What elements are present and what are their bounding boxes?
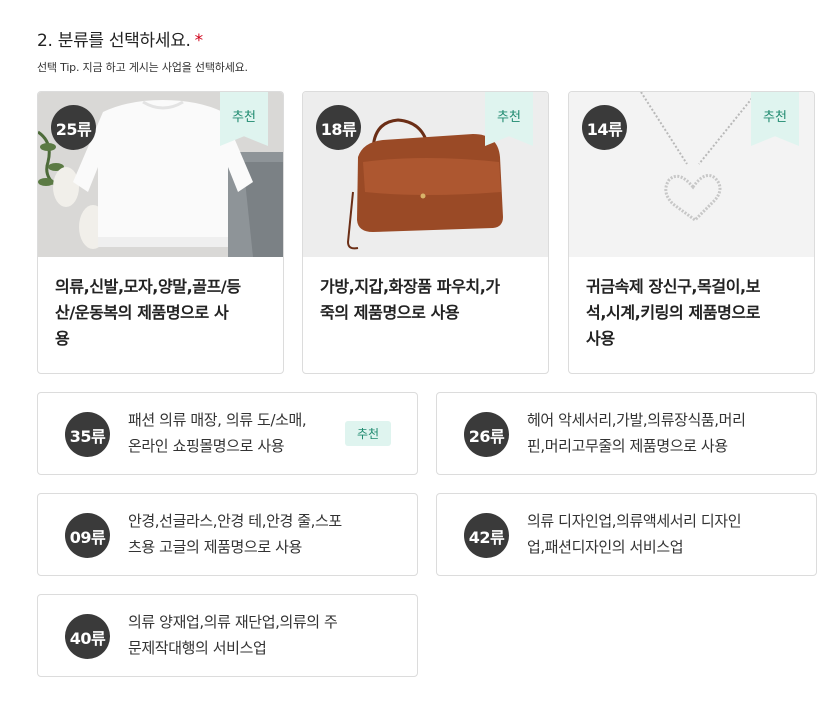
required-mark: * — [194, 31, 204, 51]
selection-tip: 선택 Tip. 지금 하고 게시는 사업을 선택하세요. — [37, 61, 248, 74]
class-description: 헤어 악세서리,가발,의류장식품,머리 핀,머리고무줄의 제품명으로 사용 — [527, 407, 746, 459]
class-badge: 14류 — [582, 105, 627, 150]
recommend-badge: 추천 — [345, 421, 391, 446]
class-description: 패션 의류 매장, 의류 도/소매, 온라인 쇼핑몰명으로 사용 — [128, 407, 307, 459]
description-line: 헤어 악세서리,가발,의류장식품,머리 — [527, 411, 746, 429]
question-title: 2. 분류를 선택하세요. * — [37, 26, 203, 51]
class-badge: 09류 — [65, 513, 110, 558]
class-card-18[interactable]: 18류 추천 가방,지갑,화장품 파우치,가 죽의 제품명으로 사용 — [302, 91, 549, 374]
description-line: 의류,신발,모자,양말,골프/등 — [55, 277, 241, 296]
description-line: 업,패션디자인의 서비스업 — [527, 538, 684, 556]
description-line: 패션 의류 매장, 의류 도/소매, — [128, 411, 307, 429]
class-description: 의류 양재업,의류 재단업,의류의 주 문제작대행의 서비스업 — [128, 609, 338, 661]
description-line: 귀금속제 장신구,목걸이,보 — [586, 277, 761, 296]
description-line: 핀,머리고무줄의 제품명으로 사용 — [527, 437, 728, 455]
class-card-09[interactable]: 09류 안경,선글라스,안경 테,안경 줄,스포 츠용 고글의 제품명으로 사용 — [37, 493, 418, 576]
class-card-40[interactable]: 40류 의류 양재업,의류 재단업,의류의 주 문제작대행의 서비스업 — [37, 594, 418, 677]
description-line: 온라인 쇼핑몰명으로 사용 — [128, 437, 285, 455]
description-line: 츠용 고글의 제품명으로 사용 — [128, 538, 302, 556]
class-description: 의류,신발,모자,양말,골프/등 산/운동복의 제품명으로 사 용 — [55, 274, 269, 352]
class-badge: 18류 — [316, 105, 361, 150]
class-badge: 40류 — [65, 614, 110, 659]
description-line: 죽의 제품명으로 사용 — [320, 303, 460, 322]
class-badge: 42류 — [464, 513, 509, 558]
description-line: 가방,지갑,화장품 파우치,가 — [320, 277, 500, 296]
class-badge: 26류 — [464, 412, 509, 457]
question-title-text: 2. 분류를 선택하세요. — [37, 31, 191, 51]
description-line: 사용 — [586, 329, 615, 348]
class-card-35[interactable]: 35류 패션 의류 매장, 의류 도/소매, 온라인 쇼핑몰명으로 사용 추천 — [37, 392, 418, 475]
class-card-14[interactable]: 14류 추천 귀금속제 장신구,목걸이,보 석,시계,키링의 제품명으로 사용 — [568, 91, 815, 374]
class-description: 의류 디자인업,의류액세서리 디자인 업,패션디자인의 서비스업 — [527, 508, 742, 560]
class-badge: 35류 — [65, 412, 110, 457]
description-line: 의류 양재업,의류 재단업,의류의 주 — [128, 613, 338, 631]
class-description: 안경,선글라스,안경 테,안경 줄,스포 츠용 고글의 제품명으로 사용 — [128, 508, 342, 560]
class-card-25[interactable]: 25류 추천 의류,신발,모자,양말,골프/등 산/운동복의 제품명으로 사 용 — [37, 91, 284, 374]
description-line: 문제작대행의 서비스업 — [128, 639, 267, 657]
class-card-26[interactable]: 26류 헤어 악세서리,가발,의류장식품,머리 핀,머리고무줄의 제품명으로 사… — [436, 392, 817, 475]
class-card-42[interactable]: 42류 의류 디자인업,의류액세서리 디자인 업,패션디자인의 서비스업 — [436, 493, 817, 576]
class-description: 귀금속제 장신구,목걸이,보 석,시계,키링의 제품명으로 사용 — [586, 274, 800, 352]
class-badge: 25류 — [51, 105, 96, 150]
description-line: 안경,선글라스,안경 테,안경 줄,스포 — [128, 512, 342, 530]
description-line: 의류 디자인업,의류액세서리 디자인 — [527, 512, 742, 530]
description-line: 산/운동복의 제품명으로 사 — [55, 303, 229, 322]
description-line: 용 — [55, 329, 70, 348]
class-description: 가방,지갑,화장품 파우치,가 죽의 제품명으로 사용 — [320, 274, 534, 326]
description-line: 석,시계,키링의 제품명으로 — [586, 303, 761, 322]
